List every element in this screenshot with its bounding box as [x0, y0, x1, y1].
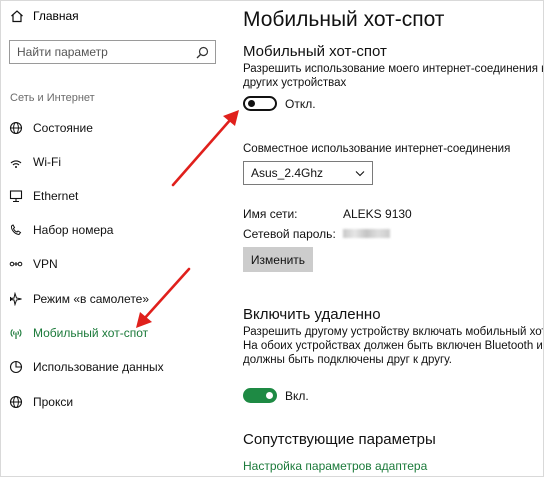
sidebar-item-label: Использование данных: [33, 360, 164, 374]
sidebar-item-data-usage[interactable]: Использование данных: [1, 353, 226, 381]
chevron-down-icon: [355, 170, 365, 176]
remote-toggle[interactable]: [243, 388, 277, 403]
remote-description-line1: Разрешить другому устройству включать мо…: [243, 326, 544, 338]
dialup-icon: [10, 224, 22, 236]
network-name-label: Имя сети:: [243, 207, 298, 221]
search-input[interactable]: Найти параметр: [9, 40, 216, 64]
remote-toggle-label: Вкл.: [285, 389, 309, 403]
globe-icon: [9, 121, 23, 135]
hotspot-description-line1: Разрешить использование моего интернет-с…: [243, 63, 544, 75]
vpn-icon: [9, 261, 23, 267]
sidebar-item-vpn[interactable]: VPN: [1, 250, 226, 278]
password-value-blurred: [343, 229, 390, 238]
adapter-settings-link[interactable]: Настройка параметров адаптера: [243, 459, 427, 473]
sidebar-item-label: VPN: [33, 257, 58, 271]
dropdown-selected-value: Asus_2.4Ghz: [251, 166, 324, 180]
home-icon: [11, 10, 23, 23]
page-title: Мобильный хот-спот: [243, 8, 445, 31]
network-name-value: ALEKS 9130: [343, 207, 412, 221]
sidebar-item-label: Wi-Fi: [33, 155, 61, 169]
hotspot-description-line2: других устройствах: [243, 77, 347, 89]
settings-window: Главная Найти параметр Сеть и Интернет С…: [0, 0, 544, 477]
sidebar: Главная Найти параметр Сеть и Интернет С…: [1, 1, 226, 476]
sidebar-item-label: Мобильный хот-спот: [33, 326, 149, 340]
sidebar-item-label: Ethernet: [33, 189, 79, 203]
section-label: Сеть и Интернет: [10, 92, 95, 104]
search-placeholder: Найти параметр: [17, 45, 108, 59]
sidebar-item-proxy[interactable]: Прокси: [1, 388, 226, 416]
share-connection-dropdown[interactable]: Asus_2.4Ghz: [243, 161, 373, 185]
remote-description-line2: На обоих устройствах должен быть включен…: [243, 340, 544, 352]
wifi-icon: [10, 160, 22, 168]
sidebar-item-dialup[interactable]: Набор номера: [1, 216, 226, 244]
share-connection-label: Совместное использование интернет-соедин…: [243, 143, 511, 155]
related-heading: Сопутствующие параметры: [243, 431, 436, 448]
toggle-knob: [248, 100, 255, 107]
sidebar-item-label: Состояние: [33, 121, 93, 135]
sidebar-item-label: Режим «в самолете»: [33, 292, 150, 306]
search-icon: [196, 46, 209, 58]
sidebar-item-status[interactable]: Состояние: [1, 114, 226, 142]
remote-description-line3: должны быть подключены друг к другу.: [243, 354, 452, 366]
airplane-icon: [10, 292, 22, 306]
remote-heading: Включить удаленно: [243, 306, 381, 323]
sidebar-item-label: Прокси: [33, 395, 74, 409]
sidebar-home[interactable]: Главная: [10, 9, 79, 23]
hotspot-heading: Мобильный хот-спот: [243, 43, 387, 60]
hotspot-toggle-label: Откл.: [285, 97, 316, 111]
sidebar-item-label: Набор номера: [33, 223, 114, 237]
sidebar-item-ethernet[interactable]: Ethernet: [1, 182, 226, 210]
monitor-icon: [9, 190, 23, 203]
sidebar-item-wifi[interactable]: Wi-Fi: [1, 148, 226, 176]
pie-chart-icon: [9, 360, 23, 374]
main-content: Мобильный хот-спот Мобильный хот-спот Ра…: [243, 1, 544, 476]
sidebar-home-label: Главная: [33, 9, 79, 23]
globe-icon: [9, 395, 23, 409]
sidebar-item-mobile-hotspot[interactable]: Мобильный хот-спот: [1, 319, 226, 347]
sidebar-item-airplane[interactable]: Режим «в самолете»: [1, 285, 226, 313]
hotspot-toggle[interactable]: [243, 96, 277, 111]
edit-button[interactable]: Изменить: [243, 247, 313, 272]
hotspot-icon: [10, 329, 22, 339]
password-label: Сетевой пароль:: [243, 227, 336, 241]
toggle-knob: [266, 392, 273, 399]
